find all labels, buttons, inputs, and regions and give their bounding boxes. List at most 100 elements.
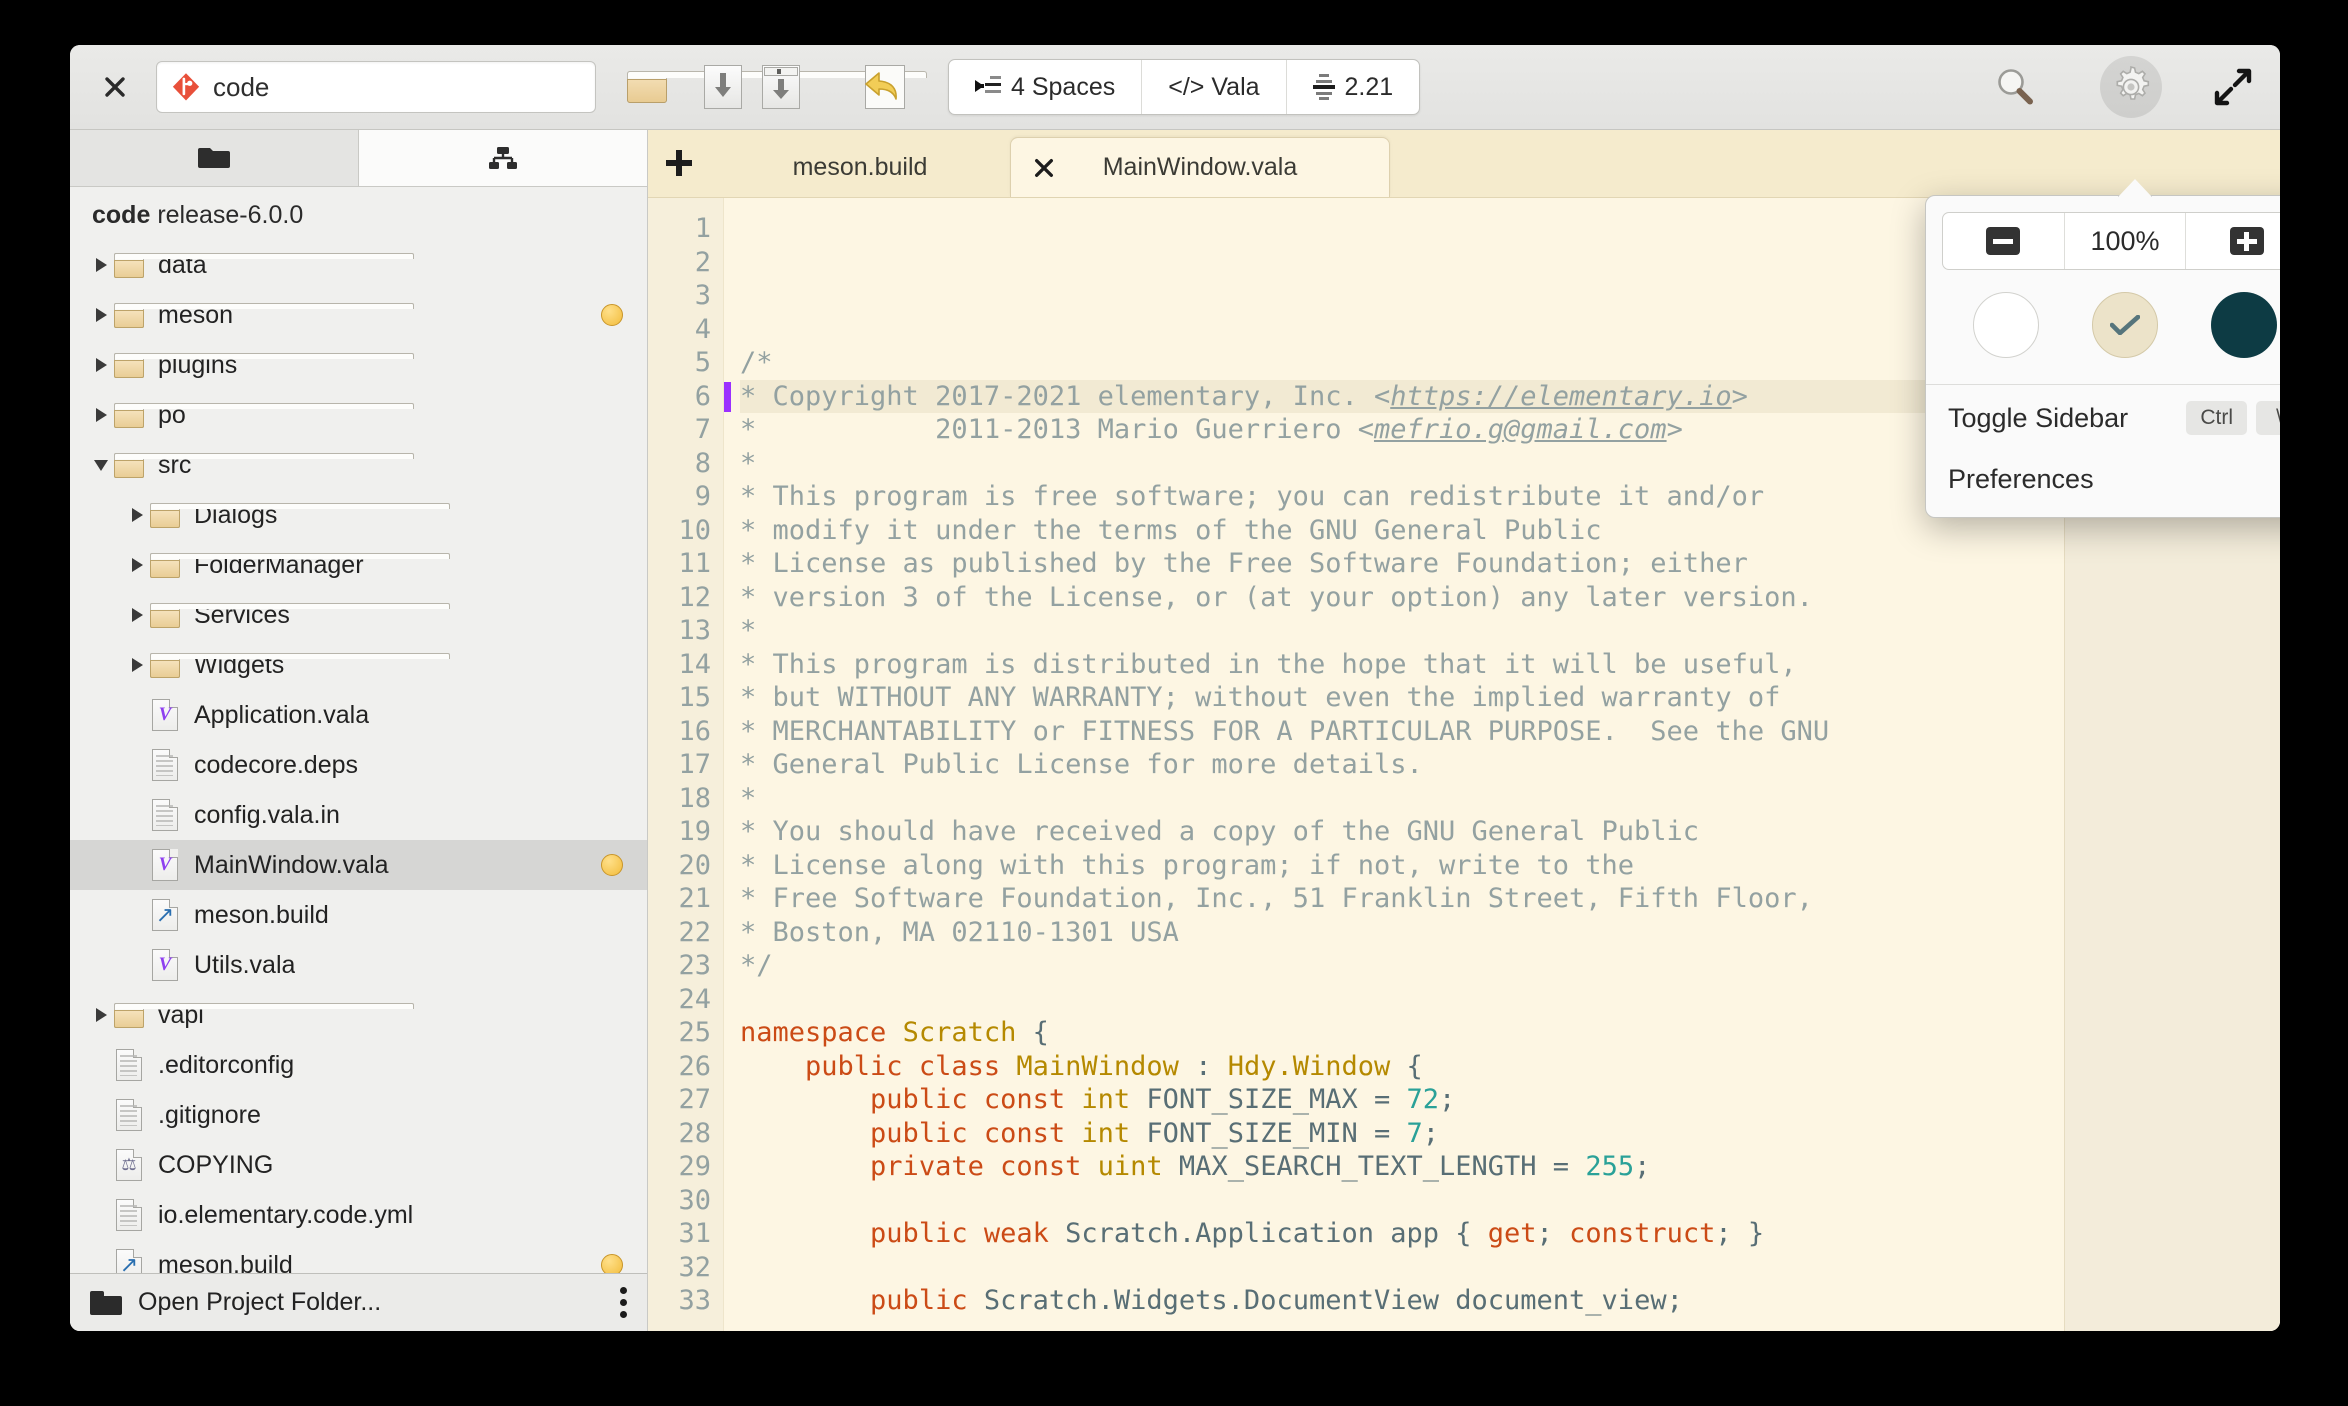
meson-file-icon: ↗ [150, 899, 180, 931]
settings-button[interactable] [2102, 58, 2160, 116]
menu-item-toggle-sidebar[interactable]: Toggle Sidebar Ctrl \ [1926, 385, 2280, 451]
code-token: * General Public License for more detail… [740, 749, 1423, 780]
code-token: { [1390, 1051, 1423, 1082]
tree-file-row[interactable]: ↗meson.build [70, 1240, 647, 1273]
folder-icon [197, 145, 231, 172]
code-token: * This program is distributed in the hop… [740, 649, 1797, 680]
code-editor-window: code [70, 45, 2280, 1331]
tree-file-row[interactable]: .editorconfig [70, 1040, 647, 1090]
zoom-out-button[interactable] [1943, 213, 2065, 269]
code-line: namespace Scratch { [740, 1016, 2280, 1050]
zoom-in-button[interactable] [2186, 213, 2280, 269]
expand-arrows-icon [2213, 67, 2253, 107]
tree-file-row[interactable]: .gitignore [70, 1090, 647, 1140]
menu-item-preferences[interactable]: Preferences [1926, 451, 2280, 517]
project-search-input[interactable]: code [156, 61, 596, 113]
chevron-down-icon[interactable] [88, 460, 114, 471]
tree-file-row[interactable]: config.vala.in [70, 790, 647, 840]
theme-selector [1926, 270, 2280, 384]
sidebar-footer[interactable]: Open Project Folder... [70, 1273, 647, 1331]
tree-folder-row[interactable]: src [70, 440, 647, 490]
code-token: construct [1569, 1218, 1715, 1249]
chevron-right-icon[interactable] [88, 1008, 114, 1022]
code-token: public [870, 1285, 968, 1316]
tree-folder-row[interactable]: FolderManager [70, 540, 647, 590]
kebab-menu-icon[interactable] [620, 1287, 627, 1318]
editor-tab-mainwindow-vala[interactable]: MainWindow.vala [1010, 137, 1390, 197]
tree-file-row[interactable]: VUtils.vala [70, 940, 647, 990]
undo-arrow-icon [865, 65, 905, 109]
key-backslash: \ [2256, 401, 2280, 435]
file-tree[interactable]: datamesonpluginsposrcDialogsFolderManage… [70, 240, 647, 1273]
code-token [740, 1151, 870, 1182]
code-token [740, 1084, 870, 1115]
chevron-right-icon[interactable] [124, 508, 150, 522]
tree-folder-row[interactable]: Dialogs [70, 490, 647, 540]
tree-item-label: Utils.vala [194, 951, 295, 980]
chevron-right-icon[interactable] [124, 558, 150, 572]
tree-folder-row[interactable]: Widgets [70, 640, 647, 690]
line-height-label: 2.21 [1345, 73, 1394, 102]
code-token: */ [740, 950, 773, 981]
save-button[interactable] [694, 58, 752, 116]
text-cursor [724, 382, 731, 412]
tree-file-row[interactable]: VMainWindow.vala [70, 840, 647, 890]
line-number: 8 [648, 447, 711, 481]
tree-file-row[interactable]: VApplication.vala [70, 690, 647, 740]
line-number: 30 [648, 1184, 711, 1218]
folder-icon [114, 353, 144, 378]
theme-light-button[interactable] [1973, 292, 2039, 358]
sitemap-icon [486, 145, 520, 172]
new-tab-button[interactable] [648, 129, 710, 197]
code-token: ; } [1715, 1218, 1764, 1249]
code-token: ; [1439, 1084, 1455, 1115]
search-button[interactable] [1986, 58, 2044, 116]
chevron-right-icon[interactable] [88, 358, 114, 372]
revert-button[interactable] [856, 58, 914, 116]
line-number: 33 [648, 1284, 711, 1318]
tree-folder-row[interactable]: po [70, 390, 647, 440]
tree-folder-row[interactable]: meson [70, 290, 647, 340]
tree-file-row[interactable]: ↗meson.build [70, 890, 647, 940]
code-token: 7 [1407, 1118, 1423, 1149]
code-token: 72 [1407, 1084, 1440, 1115]
close-icon[interactable] [1033, 157, 1055, 179]
code-line: * [740, 782, 2280, 816]
line-number: 25 [648, 1016, 711, 1050]
meson-file-icon: ↗ [114, 1249, 144, 1273]
chevron-right-icon[interactable] [124, 608, 150, 622]
line-number: 20 [648, 849, 711, 883]
line-number: 9 [648, 480, 711, 514]
save-as-button[interactable] [752, 58, 810, 116]
editor-tab-meson-build[interactable]: meson.build [710, 137, 1010, 197]
tree-file-row[interactable]: ⚖COPYING [70, 1140, 647, 1190]
chevron-right-icon[interactable] [88, 308, 114, 322]
project-name: code [92, 201, 150, 229]
chevron-right-icon[interactable] [124, 658, 150, 672]
chevron-right-icon[interactable] [88, 408, 114, 422]
fullscreen-button[interactable] [2204, 58, 2262, 116]
code-line: * Free Software Foundation, Inc., 51 Fra… [740, 882, 2280, 916]
theme-solarized-button[interactable] [2092, 292, 2158, 358]
theme-dark-button[interactable] [2211, 292, 2277, 358]
sidebar-item-symbol-outline[interactable] [359, 130, 647, 186]
editor-tab-label: MainWindow.vala [1103, 153, 1298, 182]
tree-folder-row[interactable]: data [70, 240, 647, 290]
line-height-selector[interactable]: 2.21 [1287, 60, 1420, 114]
tree-folder-row[interactable]: vapi [70, 990, 647, 1040]
tree-file-row[interactable]: io.elementary.code.yml [70, 1190, 647, 1240]
folder-icon [114, 1003, 144, 1028]
text-file-icon [150, 749, 180, 781]
close-window-button[interactable] [88, 60, 142, 114]
open-folder-button[interactable] [618, 58, 676, 116]
sidebar-item-project-folders[interactable] [70, 130, 359, 186]
chevron-right-icon[interactable] [88, 258, 114, 272]
tree-folder-row[interactable]: Services [70, 590, 647, 640]
code-token: * You should have received a copy of the… [740, 816, 1699, 847]
settings-popover: 100% Toggle Sidebar Ctrl \ Preferences [1925, 195, 2280, 518]
code-token: * Copyright 2017-2021 elementary, Inc. < [740, 381, 1390, 412]
indentation-selector[interactable]: 4 Spaces [949, 60, 1142, 114]
language-selector[interactable]: </> Vala [1142, 60, 1286, 114]
tree-file-row[interactable]: codecore.deps [70, 740, 647, 790]
tree-folder-row[interactable]: plugins [70, 340, 647, 390]
